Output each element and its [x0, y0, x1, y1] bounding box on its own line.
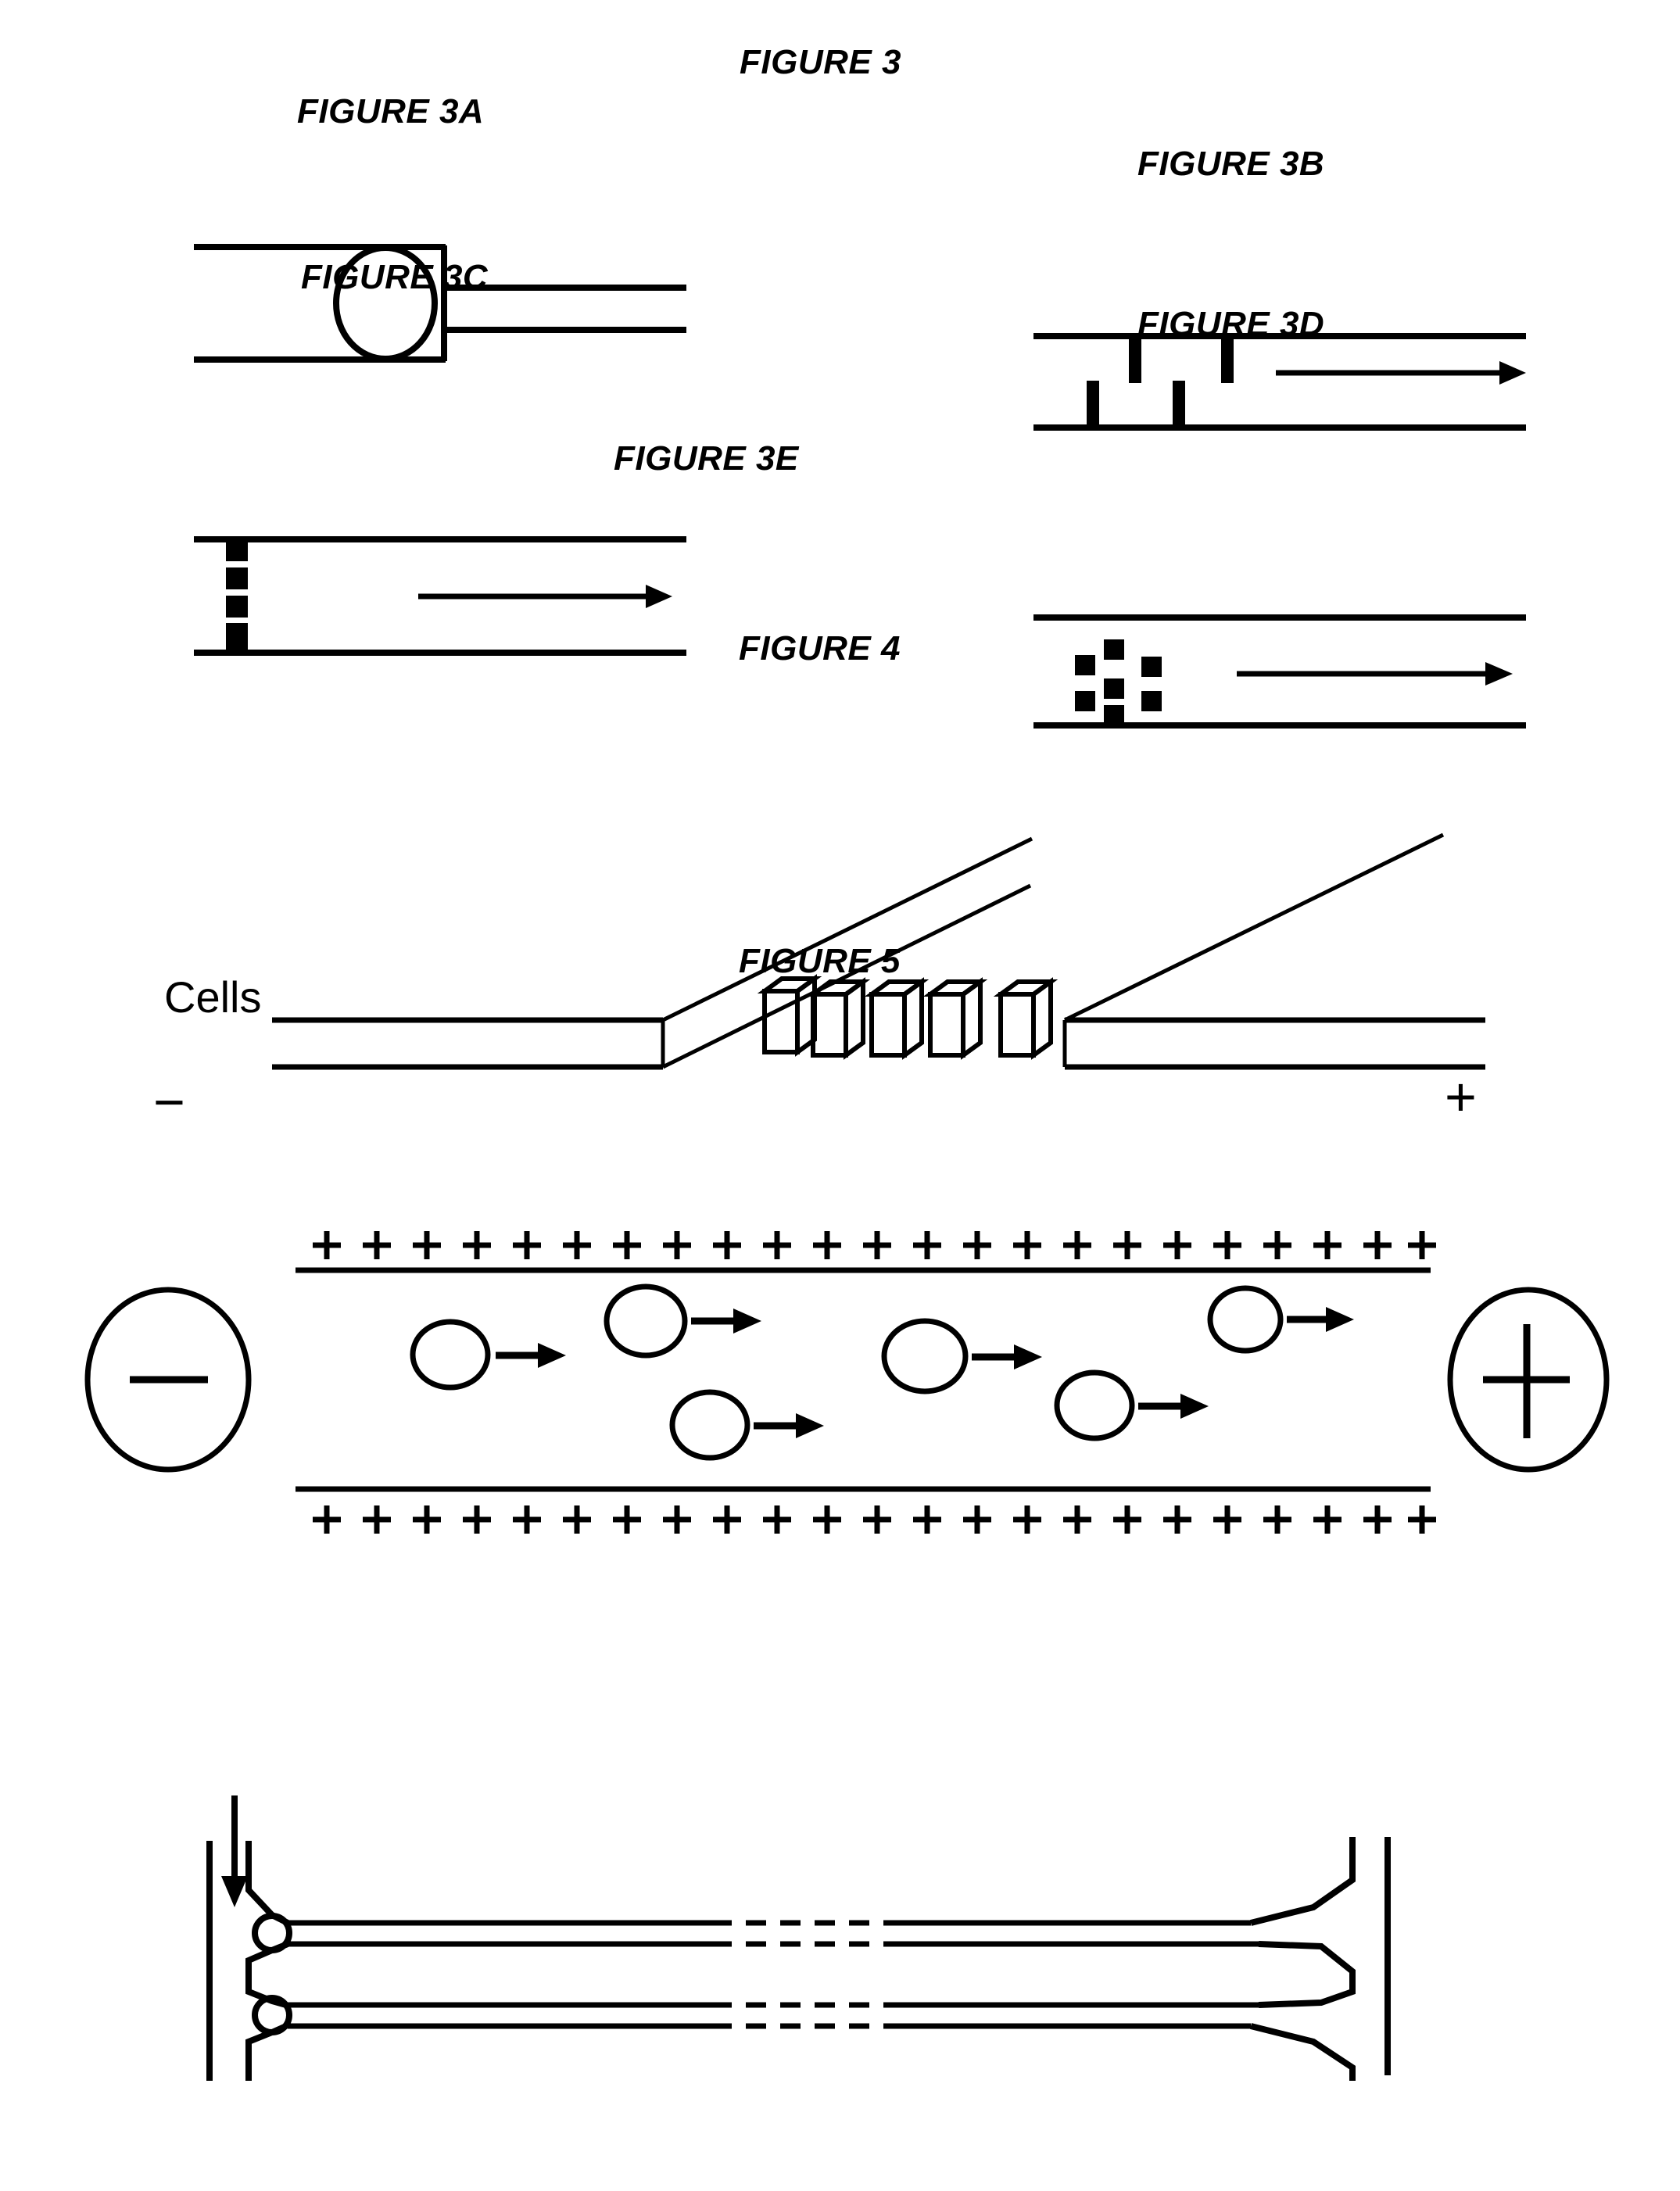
fig3e-post-5 [993, 977, 1059, 1060]
fig3d-flow-arrow-head [1485, 662, 1513, 686]
fig5-right-wall-lower [1250, 2023, 1356, 2081]
fig4-cell-3 [881, 1318, 1042, 1394]
fig3d-post-4 [1104, 678, 1124, 699]
fig3b-post-2-top [1129, 335, 1141, 383]
fig3e-post-1 [757, 974, 822, 1057]
figure-4-drawing [84, 1231, 1610, 1534]
fig4-negative-electrode [84, 1287, 252, 1473]
figure-5-drawing [206, 1795, 1391, 2081]
fig3d-post-5 [1075, 691, 1095, 711]
fig3d-post-7 [1104, 705, 1124, 725]
figure-3b-drawing [1033, 333, 1526, 431]
fig5-left-wall-upper [245, 1841, 289, 1926]
fig3c-filter-post-2 [226, 567, 248, 589]
figures-vector-layer [84, 244, 1610, 2081]
fig3e-post-4 [922, 977, 988, 1060]
fig3c-filter-post-5 [226, 633, 248, 653]
fig3e-downstream-wall-line [1063, 832, 1445, 1022]
fig3d-post-1 [1104, 639, 1124, 660]
fig3c-flow-arrow-head [646, 585, 672, 608]
fig5-right-wall-upper [1250, 1837, 1356, 1926]
fig3e-post-2 [805, 977, 871, 1060]
figure-3e-drawing [272, 832, 1485, 1070]
fig4-top-wall-charges [313, 1231, 1436, 1259]
fig4-cell-5 [1207, 1285, 1354, 1354]
fig4-positive-electrode [1447, 1287, 1610, 1473]
fig3a-cell-circle [333, 245, 438, 362]
fig3d-post-3 [1141, 657, 1162, 677]
fig5-right-wall-mid-lower [1258, 1989, 1356, 2008]
fig3b-post-4-top [1221, 335, 1234, 383]
figure-3c-drawing [194, 536, 686, 656]
fig4-bottom-wall-charges [313, 1505, 1436, 1534]
fig3b-post-3-bottom [1173, 381, 1185, 429]
fig4-cell-4 [1054, 1369, 1209, 1441]
figure-3a-drawing [194, 244, 686, 363]
fig5-cell-circle-upper [252, 1913, 292, 1953]
fig4-cell-1 [410, 1319, 566, 1391]
fig5-cells-inlet-arrow [221, 1795, 248, 1907]
figure-3d-drawing [1033, 614, 1526, 729]
fig4-cell-2 [604, 1283, 761, 1359]
fig3b-flow-arrow-head [1499, 361, 1526, 385]
fig3d-post-2 [1075, 655, 1095, 675]
fig4-cell-6 [669, 1389, 824, 1461]
fig5-right-wall-mid-upper [1258, 1941, 1356, 1989]
fig3b-post-1-bottom [1087, 381, 1099, 429]
fig3d-post-6 [1141, 691, 1162, 711]
fig3c-filter-post-1 [226, 539, 248, 561]
fig3e-post-3 [864, 977, 930, 1060]
fig3c-filter-post-3 [226, 596, 248, 618]
figure-sheet-page: FIGURE 3 FIGURE 3A FIGURE 3B FIGURE 3C F… [0, 0, 1680, 2191]
